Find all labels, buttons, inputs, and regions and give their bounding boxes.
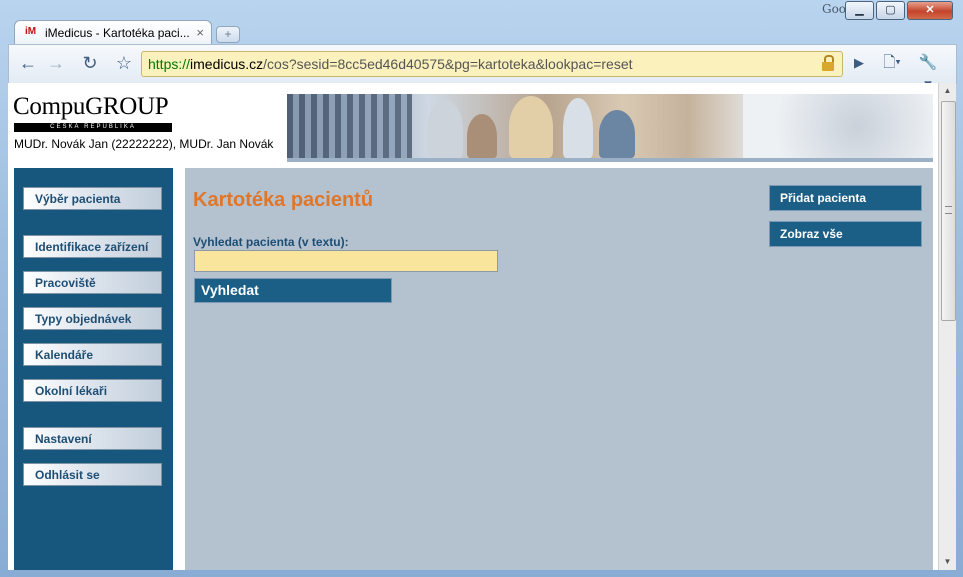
- sidebar-item-pracoviste[interactable]: Pracoviště: [23, 271, 162, 294]
- url-path: /cos?sesid=8cc5ed46d40575&pg=kartoteka&l…: [263, 56, 633, 72]
- play-icon[interactable]: ▶: [846, 52, 872, 74]
- tab-close-icon[interactable]: ×: [196, 25, 204, 40]
- header-banner-image: [287, 94, 933, 158]
- add-patient-button[interactable]: Přidat pacienta: [769, 185, 922, 211]
- banner-strip: [287, 158, 933, 162]
- sidebar-nav: Výběr pacienta Identifikace zařízení Pra…: [14, 168, 173, 570]
- url-text: https://imedicus.cz/cos?sesid=8cc5ed46d4…: [148, 56, 633, 72]
- title-bar: Google ▁ ▢ ✕ iM iMedicus - Kartotéka pac…: [0, 0, 963, 45]
- maximize-icon[interactable]: ▢: [876, 1, 905, 20]
- page-viewport: CompuGROUP ČESKÁ REPUBLIKA MUDr. Novák J…: [8, 83, 938, 570]
- minimize-icon[interactable]: ▁: [845, 1, 874, 20]
- logo-subtext: ČESKÁ REPUBLIKA: [14, 123, 172, 132]
- sidebar-item-identifikace-zarizeni[interactable]: Identifikace zařízení: [23, 235, 162, 258]
- favicon-icon: iM: [25, 26, 37, 37]
- forward-arrow-icon[interactable]: →: [43, 52, 69, 74]
- reload-icon[interactable]: ↻: [77, 52, 103, 74]
- doctor-figure: [599, 110, 635, 158]
- search-label: Vyhledat pacienta (v textu):: [193, 235, 349, 249]
- doctor-figure: [563, 98, 593, 158]
- sidebar-item-odhlasit-se[interactable]: Odhlásit se: [23, 463, 162, 486]
- search-button[interactable]: Vyhledat: [194, 278, 392, 303]
- sidebar-item-typy-objednavek[interactable]: Typy objednávek: [23, 307, 162, 330]
- sidebar-item-nastaveni[interactable]: Nastavení: [23, 427, 162, 450]
- new-tab-icon[interactable]: +: [216, 26, 240, 43]
- close-window-icon[interactable]: ✕: [907, 1, 953, 20]
- building-image: [287, 94, 412, 158]
- address-bar[interactable]: https://imedicus.cz/cos?sesid=8cc5ed46d4…: [141, 51, 843, 77]
- browser-tab[interactable]: iM iMedicus - Kartotéka paci... ×: [14, 20, 212, 45]
- sidebar-item-vyber-pacienta[interactable]: Výběr pacienta: [23, 187, 162, 210]
- tab-title: iMedicus - Kartotéka paci...: [45, 26, 190, 40]
- browser-window: Google ▁ ▢ ✕ iM iMedicus - Kartotéka pac…: [0, 0, 963, 577]
- search-input[interactable]: [194, 250, 498, 272]
- scroll-up-icon[interactable]: ▲: [939, 83, 956, 99]
- scroll-down-icon[interactable]: ▼: [939, 554, 956, 570]
- window-controls: ▁ ▢ ✕: [845, 1, 953, 20]
- main-content: Kartotéka pacientů Vyhledat pacienta (v …: [185, 168, 933, 570]
- wrench-icon[interactable]: 🔧▾: [915, 52, 941, 93]
- vertical-scrollbar[interactable]: ▲ ▼: [938, 83, 956, 570]
- scroll-thumb[interactable]: [941, 101, 956, 321]
- doctor-figure: [467, 114, 497, 158]
- world-map-image: [743, 94, 933, 158]
- page-title: Kartotéka pacientů: [193, 189, 374, 211]
- show-all-button[interactable]: Zobraz vše: [769, 221, 922, 247]
- star-icon[interactable]: ☆: [111, 52, 137, 74]
- page-menu-icon[interactable]: 🗋▾: [879, 52, 905, 74]
- doctor-info: MUDr. Novák Jan (22222222), MUDr. Jan No…: [14, 137, 274, 151]
- sidebar-item-okolni-lekari[interactable]: Okolní lékaři: [23, 379, 162, 402]
- sidebar-item-kalendare[interactable]: Kalendáře: [23, 343, 162, 366]
- doctor-figure: [509, 96, 553, 158]
- compugroup-logo: CompuGROUP: [13, 93, 169, 120]
- doctor-figure: [427, 100, 463, 158]
- lock-icon[interactable]: [822, 55, 834, 71]
- browser-toolbar: ← → ↻ ☆ https://imedicus.cz/cos?sesid=8c…: [8, 44, 957, 93]
- url-scheme: https://: [148, 56, 191, 72]
- back-arrow-icon[interactable]: ←: [15, 52, 41, 74]
- url-host: imedicus.cz: [190, 56, 264, 72]
